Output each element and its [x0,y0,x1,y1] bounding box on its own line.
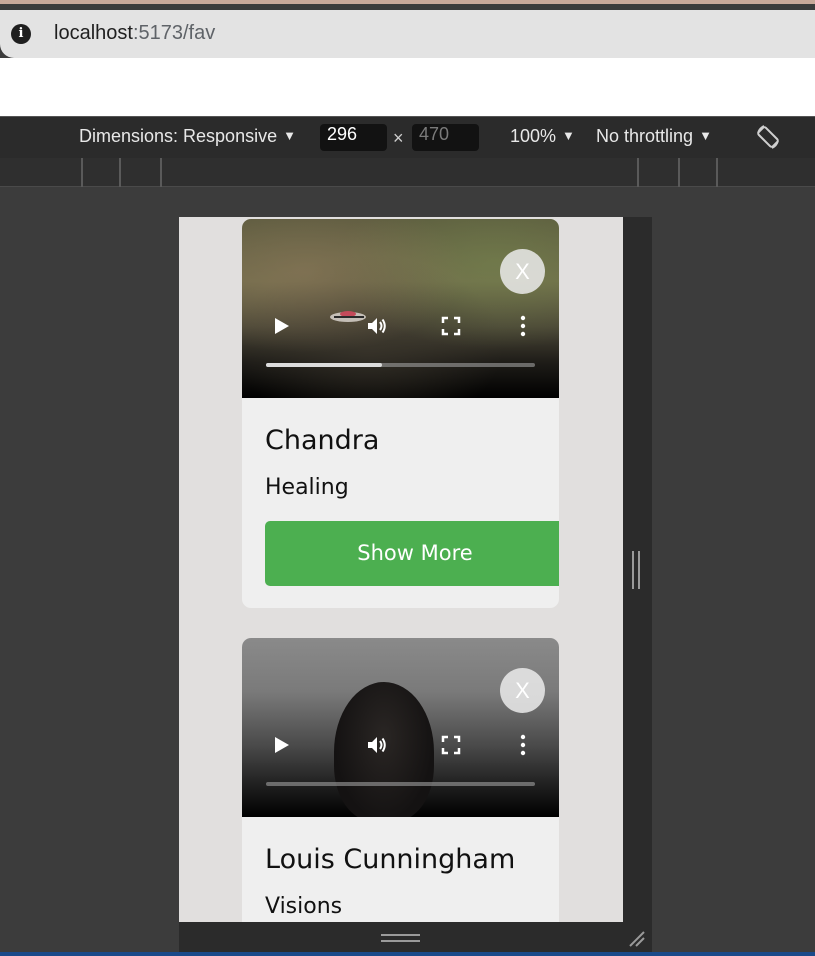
video-progress-bar[interactable] [266,782,535,786]
width-input[interactable]: 296 [320,124,387,151]
zoom-label: 100% [510,126,557,146]
rotate-device-icon[interactable] [754,123,782,151]
times-separator: × [393,128,404,148]
caret-down-icon: ▼ [283,128,296,143]
resize-corner-icon[interactable] [626,928,646,948]
play-icon[interactable] [270,734,292,756]
fullscreen-icon[interactable] [440,315,462,337]
media-query-segment[interactable] [119,158,121,187]
dimensions-label: Dimensions: Responsive [79,126,278,146]
video-player[interactable]: X [242,219,559,398]
caret-down-icon: ▼ [699,128,712,143]
page-area-top [0,58,815,116]
throttling-dropdown[interactable]: No throttling ▼ [596,126,712,147]
show-more-button[interactable]: Show More [265,521,559,586]
media-query-segment[interactable] [637,158,639,187]
media-query-segment[interactable] [678,158,680,187]
url-text[interactable]: localhost:5173/fav [54,22,215,45]
video-progress-fill [266,363,382,367]
throttling-label: No throttling [596,126,694,146]
favorite-card: X Louis Cunningham Visions [242,638,559,922]
volume-icon[interactable] [366,315,388,337]
favorite-card: X Chandra Healing Show More [242,219,559,608]
url-path: :5173/fav [132,22,216,44]
url-host: localhost [54,22,133,44]
zoom-dropdown[interactable]: 100% ▼ [510,126,575,147]
device-toolbar: Dimensions: Responsive ▼ 296 × 470 100% ▼ … [0,116,815,158]
card-subtitle: Healing [265,475,349,500]
device-viewport: X Chandra Healing Show More X Louis Cunn… [179,217,623,922]
media-query-bar [0,158,815,187]
remove-favorite-button[interactable]: X [500,668,545,713]
remove-favorite-button[interactable]: X [500,249,545,294]
resize-height-handle[interactable] [381,934,420,942]
volume-icon[interactable] [366,734,388,756]
window-top-strip [0,0,815,4]
height-input[interactable]: 470 [412,124,479,151]
card-title: Chandra [265,425,380,456]
video-frame-dragonfly [330,311,366,322]
more-options-icon[interactable] [512,315,534,337]
media-query-segment[interactable] [716,158,718,187]
media-query-segment[interactable] [160,158,162,187]
video-player[interactable]: X [242,638,559,817]
card-title: Louis Cunningham [265,844,516,875]
video-progress-bar[interactable] [266,363,535,367]
more-options-icon[interactable] [512,734,534,756]
card-subtitle: Visions [265,894,343,919]
resize-width-handle[interactable] [632,551,640,589]
taskbar-edge [0,952,815,956]
media-query-segment[interactable] [81,158,83,187]
address-bar[interactable]: i localhost:5173/fav [0,10,815,58]
dimensions-dropdown[interactable]: Dimensions: Responsive ▼ [79,126,296,147]
fullscreen-icon[interactable] [440,734,462,756]
site-info-icon[interactable]: i [11,24,31,44]
play-icon[interactable] [270,315,292,337]
caret-down-icon: ▼ [562,128,575,143]
